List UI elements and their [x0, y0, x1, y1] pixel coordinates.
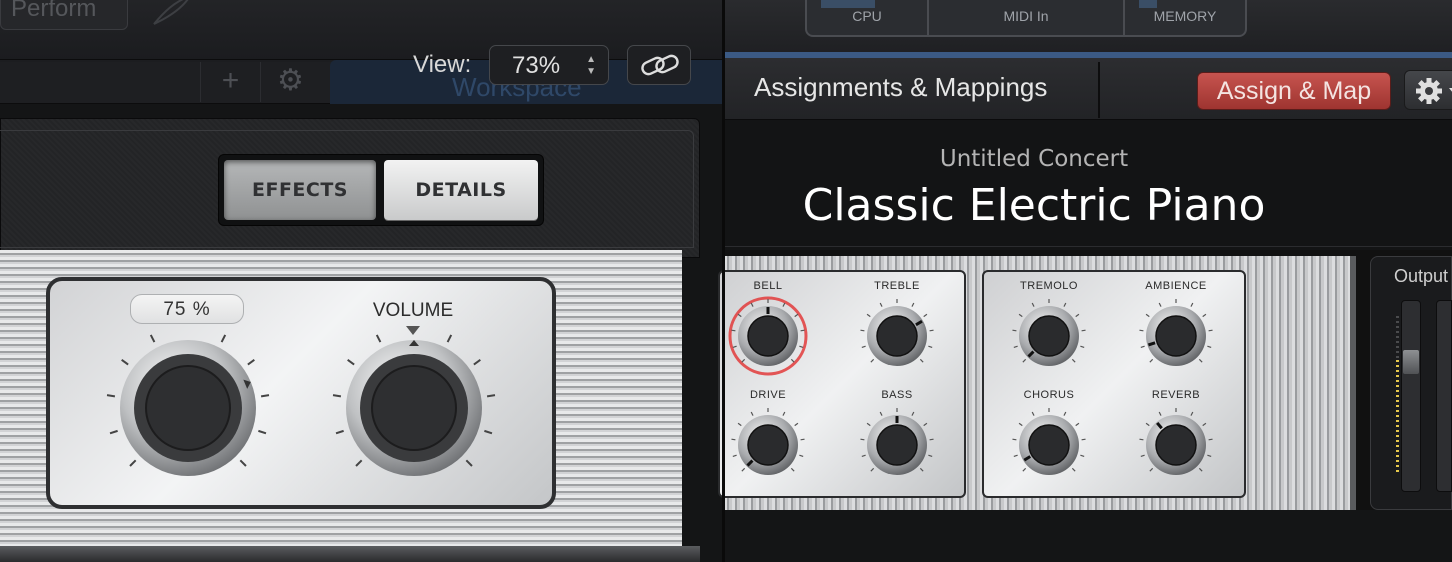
- volume-knob[interactable]: [330, 334, 498, 494]
- drive-knob[interactable]: [724, 401, 812, 489]
- link-button[interactable]: [627, 45, 691, 85]
- assignments-title: Assignments & Mappings: [754, 72, 1048, 102]
- tremolo-knob[interactable]: [1005, 292, 1093, 380]
- metal-bottom-edge: [0, 546, 700, 562]
- output-label: Output: [1394, 266, 1449, 286]
- patch-divider: [724, 246, 1452, 247]
- tab-effects[interactable]: EFFECTS: [224, 160, 376, 220]
- output-level-meter-inactive: [1396, 316, 1399, 360]
- gear-menu-button[interactable]: ⚙: [260, 62, 320, 102]
- header-divider: [1098, 62, 1100, 118]
- plus-icon: +: [221, 64, 240, 97]
- stepper-arrows-icon: ▲ ▼: [586, 54, 596, 77]
- drive-label: DRIVE: [749, 389, 787, 401]
- volume-label: VOLUME: [372, 300, 454, 321]
- reverb-label: REVERB: [1151, 389, 1201, 401]
- view-label: View:: [413, 51, 472, 78]
- bell-knob[interactable]: [724, 292, 812, 380]
- link-icon: [641, 54, 679, 76]
- add-button[interactable]: +: [200, 62, 260, 102]
- patch-name: Classic Electric Piano: [802, 180, 1266, 231]
- concert-name: Untitled Concert: [939, 146, 1129, 172]
- midi-in-meter-label: MIDI In: [1003, 8, 1049, 24]
- assign-map-button[interactable]: Assign & Map: [1197, 72, 1391, 110]
- right-lower-area: [724, 510, 1452, 562]
- output-fader-handle[interactable]: [1403, 350, 1419, 375]
- feather-icon[interactable]: [150, 0, 194, 26]
- perform-button[interactable]: Perform: [0, 0, 128, 30]
- treble-label: TREBLE: [874, 280, 920, 292]
- bass-label: BASS: [881, 389, 913, 401]
- action-menu-button[interactable]: [1404, 70, 1452, 110]
- left-knob[interactable]: [104, 334, 272, 494]
- tab-details[interactable]: DETAILS: [384, 160, 538, 220]
- zoom-value: 73%: [512, 52, 561, 79]
- memory-meter-label: MEMORY: [1153, 8, 1217, 24]
- bass-knob[interactable]: [853, 401, 941, 489]
- ambience-label: AMBIENCE: [1145, 280, 1207, 292]
- cpu-meter-label: CPU: [852, 8, 882, 24]
- gear-icon: ⚙: [277, 64, 304, 97]
- ambience-knob[interactable]: [1132, 292, 1220, 380]
- zoom-select[interactable]: 73% ▲ ▼: [489, 45, 609, 85]
- chorus-label: CHORUS: [1023, 389, 1075, 401]
- bell-label: BELL: [753, 280, 783, 292]
- memory-meter: MEMORY: [1125, 0, 1245, 37]
- volume-center-marker: [406, 326, 420, 335]
- midi-in-meter: MIDI In: [929, 0, 1125, 37]
- chorus-knob[interactable]: [1005, 401, 1093, 489]
- reverb-knob[interactable]: [1132, 401, 1220, 489]
- gear-icon: [1416, 78, 1452, 104]
- treble-knob[interactable]: [853, 292, 941, 380]
- knob-value-readout: 75 %: [130, 294, 244, 324]
- memory-meter-bar: [1139, 0, 1157, 8]
- cpu-meter-bar: [821, 0, 875, 8]
- output-fader[interactable]: [1401, 300, 1421, 492]
- cpu-meter: CPU: [807, 0, 929, 37]
- window-divider: [722, 0, 725, 562]
- output-level-meter: [1396, 360, 1399, 474]
- output-fader-2[interactable]: [1436, 300, 1452, 492]
- tremolo-label: TREMOLO: [1020, 280, 1078, 292]
